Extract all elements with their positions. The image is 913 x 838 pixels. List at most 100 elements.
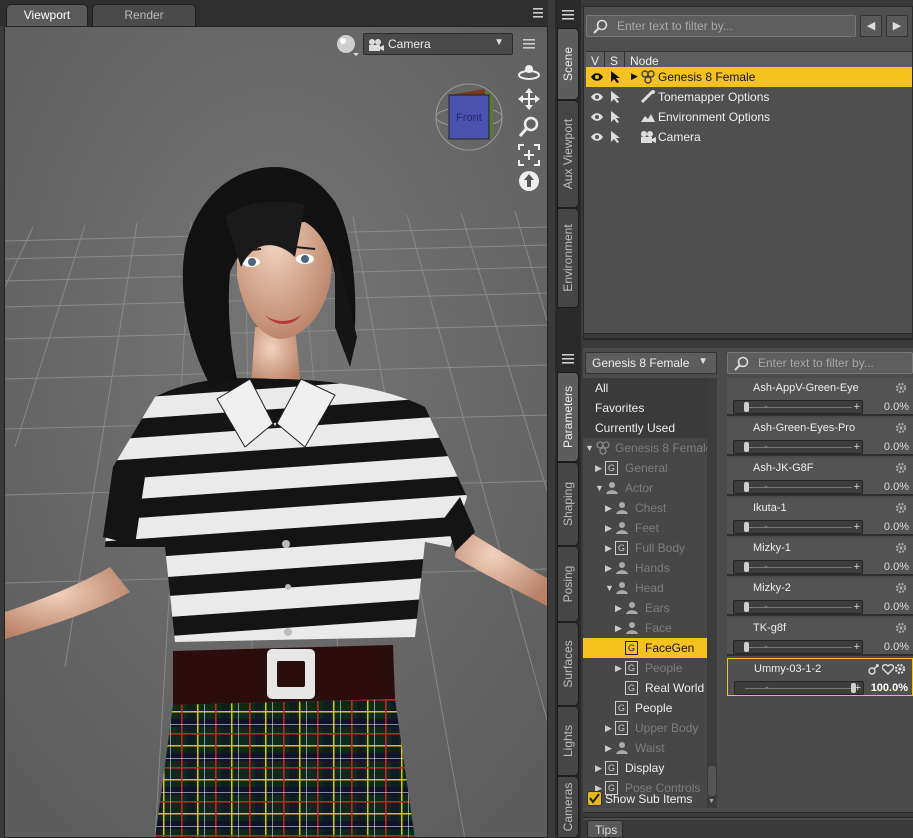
show-sub-items[interactable]: Show Sub Items (585, 788, 709, 810)
gear-icon[interactable] (895, 462, 907, 474)
params-filter[interactable] (727, 352, 913, 374)
pane-menu-icon[interactable] (531, 6, 545, 20)
expand-arrow-icon[interactable]: ▶ (605, 503, 612, 514)
tree-item[interactable]: ▼ Genesis 8 Female (583, 438, 712, 458)
tab-scene[interactable]: Scene (557, 28, 579, 100)
col-visible[interactable]: V (591, 54, 599, 68)
expand-arrow-icon[interactable]: ▶ (605, 543, 612, 554)
slider-track[interactable]: -+ (733, 520, 863, 534)
tree-item[interactable]: Currently Used (583, 418, 707, 438)
pane-options-icon[interactable] (521, 37, 537, 51)
tab-cameras[interactable]: Cameras (557, 776, 579, 838)
gear-icon[interactable] (895, 622, 907, 634)
tree-item[interactable]: ▶ Chest (583, 498, 707, 518)
gear-icon[interactable] (895, 582, 907, 594)
zoom-icon[interactable] (517, 115, 541, 139)
tree-item[interactable]: ▶ G Upper Body (583, 718, 707, 738)
tree-scrollbar[interactable]: ▼ (707, 378, 717, 808)
tree-item[interactable]: ▶ Feet (583, 518, 707, 538)
expand-arrow-icon[interactable]: ▶ (615, 623, 622, 634)
checkbox-checked-icon[interactable] (587, 791, 602, 806)
slider-handle[interactable] (744, 522, 749, 532)
tree-item[interactable]: ▶ Face (583, 618, 707, 638)
sphere-render-icon[interactable] (335, 33, 361, 57)
slider-value[interactable]: 100.0% (871, 682, 908, 694)
parameter-slider[interactable]: Mizky-2 -+ 0.0% (727, 578, 913, 616)
tab-tips[interactable]: Tips (587, 820, 623, 838)
pane-menu-icon[interactable] (560, 352, 576, 366)
slider-track[interactable]: -+ (733, 640, 863, 654)
tree-item[interactable]: Favorites (583, 398, 707, 418)
increment-icon[interactable]: + (854, 521, 860, 533)
slider-value[interactable]: 0.0% (884, 401, 909, 413)
tab-render-library[interactable]: Render Library (92, 4, 196, 43)
increment-icon[interactable]: + (854, 441, 860, 453)
slider-track[interactable]: -+ (734, 681, 864, 695)
slider-handle[interactable] (744, 442, 749, 452)
slider-track[interactable]: -+ (733, 480, 863, 494)
expand-arrow-icon[interactable]: ▶ (605, 723, 612, 734)
eye-icon[interactable] (590, 92, 604, 102)
collapse-arrow-icon[interactable]: ▼ (585, 443, 594, 453)
tree-item[interactable]: ▶ G Display (583, 758, 707, 778)
link-icon[interactable] (868, 663, 880, 675)
slider-handle[interactable] (744, 482, 749, 492)
viewport-3d[interactable]: Front Camera ▼ (4, 26, 548, 838)
tab-lights[interactable]: Lights (557, 706, 579, 776)
pane-splitter[interactable] (583, 812, 913, 818)
tab-environment[interactable]: Environment (557, 208, 579, 308)
select-arrow-icon[interactable] (609, 110, 623, 124)
reset-view-icon[interactable] (517, 169, 541, 193)
select-arrow-icon[interactable] (609, 70, 623, 84)
pan-icon[interactable] (517, 87, 541, 111)
slider-handle[interactable] (744, 562, 749, 572)
scene-search-input[interactable] (617, 18, 837, 34)
select-arrow-icon[interactable] (609, 130, 623, 144)
eye-icon[interactable] (590, 112, 604, 122)
parameter-slider[interactable]: TK-g8f -+ 0.0% (727, 618, 913, 656)
tree-item[interactable]: G People (583, 698, 707, 718)
increment-icon[interactable]: + (854, 561, 860, 573)
scene-filter[interactable] (586, 15, 856, 37)
tree-item[interactable]: ▶ G General (583, 458, 707, 478)
scene-node-row[interactable]: ▶ Genesis 8 Female (586, 67, 912, 87)
tree-item[interactable]: ▶ Waist (583, 738, 707, 758)
favorite-heart-icon[interactable] (882, 663, 894, 675)
filter-next-button[interactable]: ▶ (886, 15, 908, 37)
slider-value[interactable]: 0.0% (884, 441, 909, 453)
scene-node-row[interactable]: Tonemapper Options (586, 87, 912, 107)
slider-track[interactable]: -+ (733, 400, 863, 414)
tree-item[interactable]: ▼ Actor (583, 478, 707, 498)
expand-arrow-icon[interactable]: ▶ (631, 71, 638, 82)
slider-handle[interactable] (744, 602, 749, 612)
increment-icon[interactable]: + (854, 641, 860, 653)
slider-handle[interactable] (744, 642, 749, 652)
tree-item[interactable]: All (583, 378, 707, 398)
expand-arrow-icon[interactable]: ▶ (605, 523, 612, 534)
pane-splitter[interactable] (584, 333, 912, 339)
tab-posing[interactable]: Posing (557, 546, 579, 622)
tree-item[interactable]: ▼ Head (583, 578, 707, 598)
expand-arrow-icon[interactable]: ▶ (595, 763, 602, 774)
collapse-arrow-icon[interactable]: ▼ (595, 483, 604, 493)
expand-arrow-icon[interactable]: ▶ (615, 663, 622, 674)
scene-node-row[interactable]: Camera (586, 127, 912, 147)
parameter-slider[interactable]: Ikuta-1 -+ 0.0% (727, 498, 913, 536)
parameter-slider[interactable]: Ash-AppV-Green-Eye -+ 0.0% (727, 378, 913, 416)
scene-node-row[interactable]: Environment Options (586, 107, 912, 127)
tab-parameters[interactable]: Parameters (557, 372, 579, 462)
camera-dropdown[interactable]: Camera ▼ (363, 33, 513, 55)
slider-track[interactable]: -+ (733, 600, 863, 614)
frame-icon[interactable] (517, 143, 541, 167)
increment-icon[interactable]: + (854, 401, 860, 413)
increment-icon[interactable]: + (854, 481, 860, 493)
pane-menu-icon[interactable] (560, 8, 576, 22)
gear-icon[interactable] (895, 542, 907, 554)
parameter-slider[interactable]: Mizky-1 -+ 0.0% (727, 538, 913, 576)
tree-item[interactable]: ▶ Hands (583, 558, 707, 578)
parameter-slider[interactable]: Ash-Green-Eyes-Pro -+ 0.0% (727, 418, 913, 456)
expand-arrow-icon[interactable]: ▶ (605, 743, 612, 754)
tree-item[interactable]: ▶ G Full Body (583, 538, 707, 558)
col-node[interactable]: Node (630, 54, 659, 68)
expand-arrow-icon[interactable]: ▶ (605, 563, 612, 574)
